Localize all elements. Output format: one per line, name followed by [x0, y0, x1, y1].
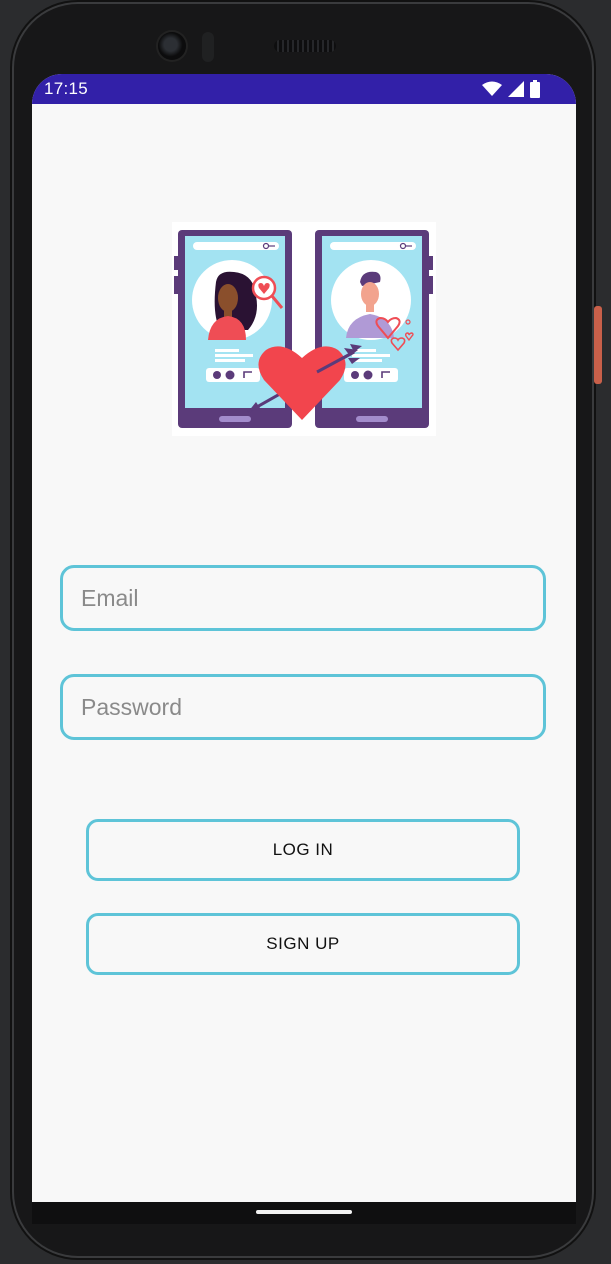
- status-icons: [482, 80, 540, 98]
- front-camera: [158, 32, 186, 60]
- battery-icon: [530, 80, 540, 98]
- password-field[interactable]: [60, 674, 546, 740]
- wifi-icon: [482, 81, 502, 96]
- gesture-nav-bar: [32, 1202, 576, 1224]
- login-button[interactable]: LOG IN: [86, 819, 520, 881]
- home-indicator[interactable]: [256, 1210, 352, 1214]
- dating-app-illustration: [172, 222, 436, 436]
- proximity-sensor: [202, 32, 214, 62]
- signal-icon: [508, 81, 524, 97]
- app-screen: 17:15 Email LOG IN SIGN UP: [32, 74, 576, 1202]
- power-button: [594, 306, 602, 384]
- earpiece-speaker: [274, 40, 336, 52]
- email-field[interactable]: [60, 565, 546, 631]
- status-bar: 17:15: [32, 74, 576, 104]
- signup-button[interactable]: SIGN UP: [86, 913, 520, 975]
- status-time: 17:15: [44, 79, 89, 98]
- right-phone-graphic: [315, 230, 433, 428]
